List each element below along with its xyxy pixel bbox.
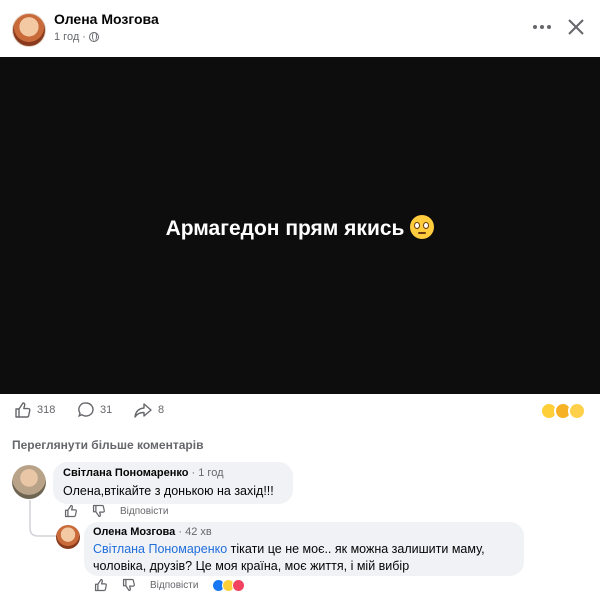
author-avatar[interactable]: [12, 13, 46, 47]
post-actions: 318 31 8: [0, 398, 600, 424]
reply-author: Олена Мозгова · 42 хв: [93, 526, 212, 538]
thumbs-up-icon[interactable]: [94, 578, 108, 592]
love-reaction-icon: [232, 578, 246, 592]
post-meta: 1 год ·: [54, 31, 99, 43]
comment-time[interactable]: 1 год: [198, 467, 223, 479]
comment-author: Світлана Пономаренко · 1 год: [63, 467, 224, 479]
close-icon: [568, 19, 584, 35]
reply-link[interactable]: Відповісти: [120, 506, 168, 517]
reply-time[interactable]: 42 хв: [185, 526, 212, 538]
likes-count: 318: [37, 404, 56, 416]
post-text-content: Армагедон прям якись: [165, 217, 405, 240]
comment-icon: [78, 402, 94, 418]
meta-separator: ·: [82, 31, 86, 43]
like-button[interactable]: 318: [14, 401, 55, 419]
post-header: Олена Мозгова 1 год ·: [0, 0, 600, 56]
comment-author-name[interactable]: Світлана Пономаренко: [63, 467, 188, 479]
dot-icon: [547, 25, 551, 29]
wow-reaction-icon: [568, 402, 586, 420]
post-text: Армагедон прям якись: [0, 215, 600, 241]
commenter-avatar[interactable]: [12, 465, 46, 499]
share-button[interactable]: 8: [133, 401, 164, 419]
view-more-comments-link[interactable]: Переглянути більше коментарів: [12, 438, 203, 452]
more-options-button[interactable]: [530, 17, 554, 37]
reply-text: Світлана Пономаренко тікати це не моє.. …: [93, 541, 521, 575]
reply-author-avatar[interactable]: [56, 525, 80, 549]
reply-reactions[interactable]: [212, 578, 246, 592]
comment-actions: Відповісти: [64, 504, 168, 518]
share-icon: [134, 403, 152, 418]
thumbs-down-icon[interactable]: [122, 578, 136, 592]
rolling-eyes-emoji-icon: [410, 215, 435, 239]
dot-icon: [540, 25, 544, 29]
shares-count: 8: [158, 404, 165, 416]
dot-icon: [533, 25, 537, 29]
thumbs-up-icon[interactable]: [64, 504, 78, 518]
reply-thread-line: [29, 500, 58, 537]
post-time[interactable]: 1 год: [54, 31, 79, 43]
reply-link[interactable]: Відповісти: [150, 580, 198, 591]
close-button[interactable]: [563, 14, 589, 40]
globe-icon: [88, 32, 99, 42]
comment-text: Олена,втікайте з донькою на захід!!!: [63, 484, 274, 498]
author-name[interactable]: Олена Мозгова: [54, 11, 159, 27]
thumbs-down-icon[interactable]: [92, 504, 106, 518]
reply-actions: Відповісти: [94, 578, 246, 592]
comments-count: 31: [100, 404, 113, 416]
comment-button[interactable]: 31: [77, 401, 112, 419]
reactions-summary[interactable]: [540, 402, 586, 420]
mention-link[interactable]: Світлана Пономаренко: [93, 542, 227, 556]
reply-author-name[interactable]: Олена Мозгова: [93, 526, 175, 538]
thumbs-up-icon: [15, 402, 31, 418]
